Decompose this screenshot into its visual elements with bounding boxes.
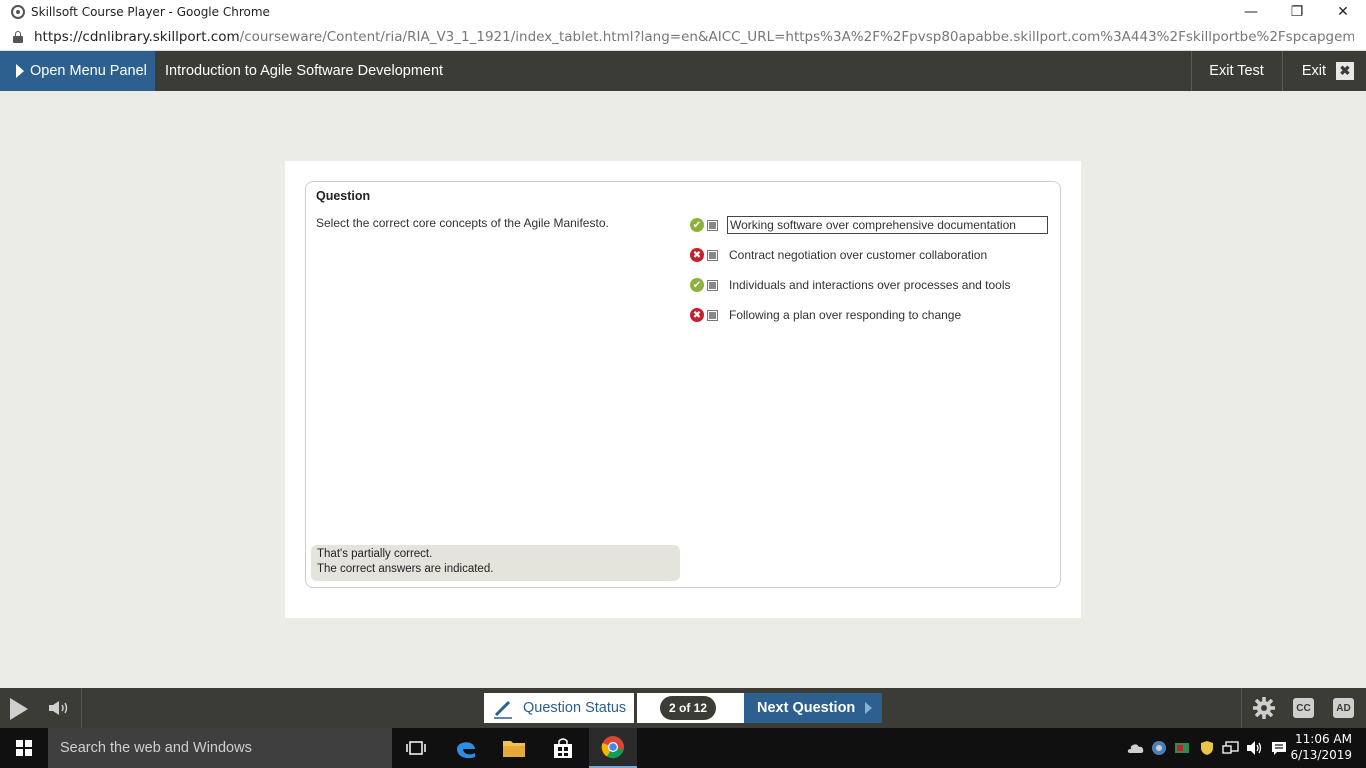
lock-icon[interactable]	[13, 31, 23, 43]
play-triangle-icon	[16, 64, 24, 78]
player-bar: Question Status 2 of 12 Next Question CC…	[0, 688, 1366, 728]
answer-option-2[interactable]: ✖ Contract negotiation over customer col…	[690, 246, 1050, 264]
task-view-icon	[406, 741, 426, 755]
next-question-label: Next Question	[757, 700, 856, 716]
answer-option-1[interactable]: ✔ Working software over comprehensive do…	[690, 216, 1050, 234]
course-stage: Question Select the correct core concept…	[0, 91, 1366, 688]
folder-icon	[503, 741, 525, 757]
question-status-label: Question Status	[523, 700, 627, 716]
chevron-right-icon	[865, 702, 872, 714]
volume-tray-icon[interactable]	[1244, 728, 1266, 768]
exit-test-button[interactable]: Exit Test	[1191, 51, 1283, 91]
answer-label[interactable]: Individuals and interactions over proces…	[727, 277, 1013, 293]
pencil-icon	[494, 700, 512, 719]
gear-icon[interactable]	[1252, 696, 1276, 720]
network-tray-icon[interactable]	[1220, 728, 1242, 768]
globe-tray-icon[interactable]	[1149, 728, 1169, 768]
taskbar-clock[interactable]: 11:06 AM 6/13/2019	[1290, 731, 1352, 763]
answer-checkbox[interactable]	[707, 219, 718, 231]
closed-captions-button[interactable]: CC	[1293, 698, 1314, 718]
skillsoft-favicon-icon	[11, 5, 25, 19]
divider	[81, 688, 82, 728]
exit-label: Exit	[1301, 63, 1326, 79]
start-button[interactable]	[0, 728, 48, 768]
security-tray-icon[interactable]	[1172, 728, 1192, 768]
taskbar-chrome-button[interactable]	[589, 728, 637, 768]
question-panel: Question Select the correct core concept…	[305, 181, 1061, 588]
shield-tray-icon[interactable]	[1197, 728, 1217, 768]
course-title: Introduction to Agile Software Developme…	[165, 63, 444, 79]
onedrive-tray-icon[interactable]	[1124, 728, 1146, 768]
answer-option-4[interactable]: ✖ Following a plan over responding to ch…	[690, 306, 1050, 324]
play-icon[interactable]	[10, 698, 28, 720]
open-menu-panel-button[interactable]: Open Menu Panel	[0, 51, 155, 91]
answer-label[interactable]: Working software over comprehensive docu…	[727, 216, 1048, 234]
course-header: Open Menu Panel Introduction to Agile So…	[0, 51, 1366, 91]
restore-button[interactable]: ❐	[1274, 0, 1320, 24]
audio-icon[interactable]	[48, 699, 72, 717]
clock-date: 6/13/2019	[1290, 748, 1352, 762]
close-window-button[interactable]: ✕	[1320, 0, 1366, 24]
answer-checkbox[interactable]	[707, 249, 718, 261]
answer-label[interactable]: Contract negotiation over customer colla…	[727, 247, 989, 263]
answer-option-3[interactable]: ✔ Individuals and interactions over proc…	[690, 276, 1050, 294]
next-question-button[interactable]: Next Question	[744, 693, 882, 723]
question-heading: Question	[316, 189, 371, 203]
correct-check-icon: ✔	[690, 278, 704, 292]
close-icon: ✖	[1336, 62, 1354, 80]
feedback-line-1: That's partially correct.	[317, 548, 433, 560]
incorrect-x-icon: ✖	[690, 308, 704, 322]
answer-checkbox[interactable]	[707, 309, 718, 321]
window-title: Skillsoft Course Player - Google Chrome	[31, 5, 270, 19]
divider	[1241, 688, 1242, 728]
exit-button[interactable]: Exit ✖	[1283, 51, 1366, 91]
chrome-icon	[601, 736, 624, 759]
feedback-line-2: The correct answers are indicated.	[317, 563, 494, 575]
windows-taskbar: Search the web and Windows 11:06 AM 6/13…	[0, 728, 1366, 768]
clock-time: 11:06 AM	[1295, 732, 1352, 746]
taskbar-store-button[interactable]	[539, 728, 587, 768]
store-bag-icon	[554, 738, 572, 758]
answer-checkbox[interactable]	[707, 279, 718, 291]
window-controls: — ❐ ✕	[1228, 0, 1366, 24]
task-view-button[interactable]	[392, 728, 440, 768]
taskbar-search-box[interactable]: Search the web and Windows	[48, 728, 392, 768]
windows-logo-icon	[16, 740, 32, 756]
url-host: https://cdnlibrary.skillport.com	[34, 29, 240, 45]
action-center-icon[interactable]	[1268, 728, 1290, 768]
minimize-button[interactable]: —	[1228, 0, 1274, 24]
correct-check-icon: ✔	[690, 218, 704, 232]
url-field[interactable]: https://cdnlibrary.skillport.com/coursew…	[34, 29, 1354, 45]
taskbar-edge-button[interactable]	[442, 728, 490, 768]
question-counter: 2 of 12	[660, 696, 716, 720]
audio-description-button[interactable]: AD	[1333, 698, 1354, 718]
answer-label[interactable]: Following a plan over responding to chan…	[727, 307, 963, 323]
incorrect-x-icon: ✖	[690, 248, 704, 262]
browser-title-bar: Skillsoft Course Player - Google Chrome …	[0, 0, 1366, 24]
question-navigation: 2 of 12 Next Question	[637, 693, 882, 723]
feedback-box: That's partially correct. The correct an…	[311, 545, 680, 581]
question-card: Question Select the correct core concept…	[285, 161, 1081, 618]
open-menu-panel-label: Open Menu Panel	[30, 63, 147, 79]
header-actions: Exit Test Exit ✖	[1191, 51, 1366, 91]
url-path: /courseware/Content/ria/RIA_V3_1_1921/in…	[239, 29, 1354, 45]
taskbar-file-explorer-button[interactable]	[490, 728, 538, 768]
question-text: Select the correct core concepts of the …	[316, 216, 609, 230]
edge-icon	[457, 742, 475, 759]
address-bar[interactable]: https://cdnlibrary.skillport.com/coursew…	[0, 24, 1366, 51]
question-status-button[interactable]: Question Status	[484, 693, 634, 723]
